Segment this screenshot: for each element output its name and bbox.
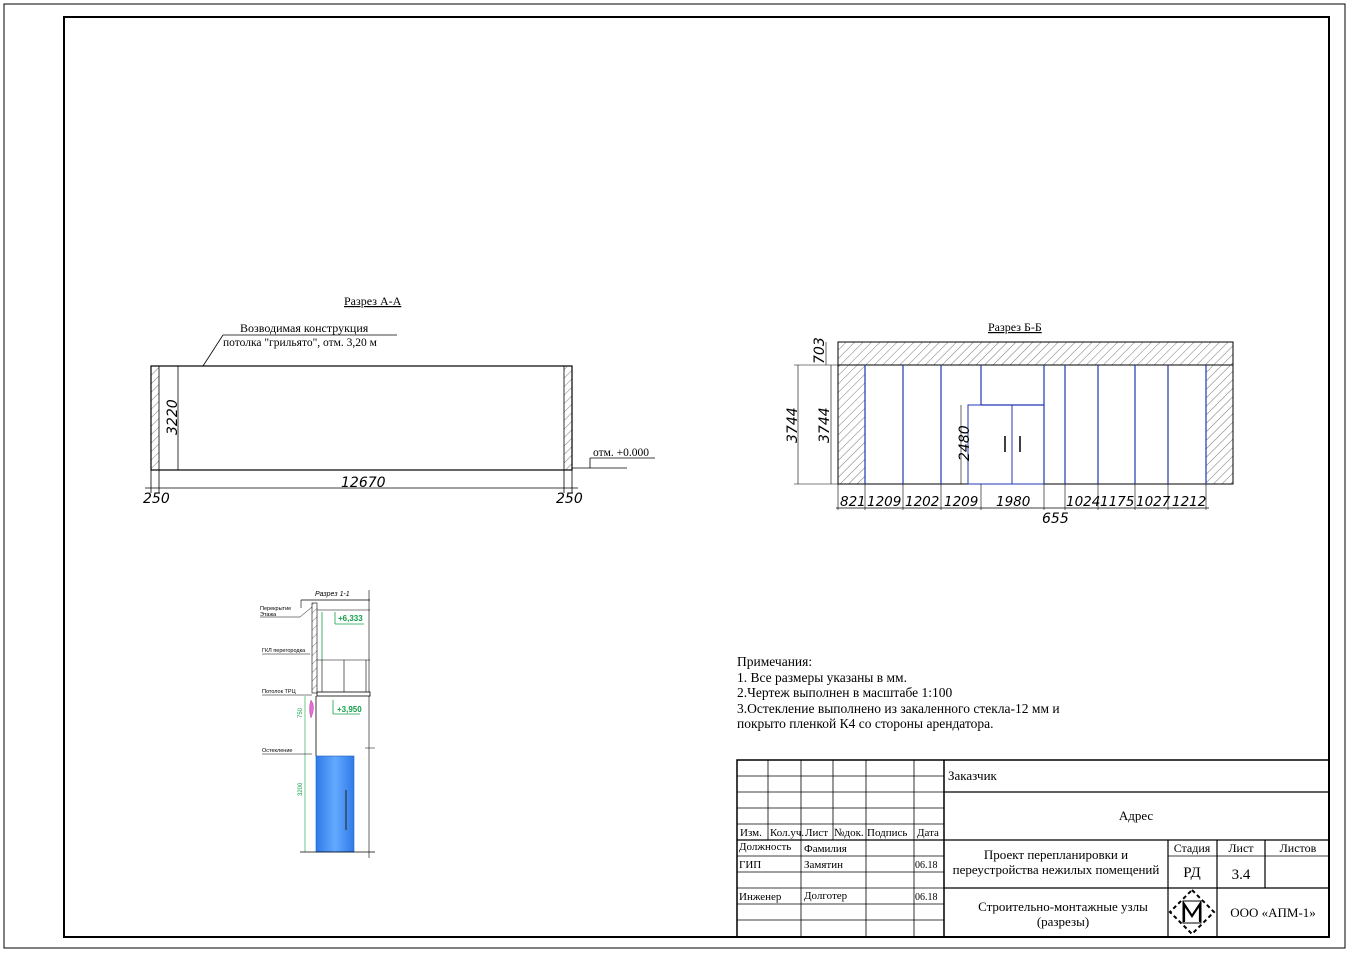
trc-ceiling [316,691,371,697]
row1-date: 06.18 [915,860,938,871]
right-column [1205,364,1234,485]
ceiling-joint-detail [309,699,314,719]
section-b-title: Разрез Б-Б [988,320,1042,334]
hdr-position: Должность [739,841,791,853]
stage-value: РД [1183,865,1200,881]
bay-dim-3: 1202 [905,494,939,510]
col-ndok: №док. [834,827,864,839]
project-line2: переустройства нежилых помещений [953,862,1160,877]
project-line1: Проект перепланировки и [984,847,1128,862]
address-label: Адрес [1119,808,1154,823]
gkl-partition [311,602,318,694]
section-a-title: Разрез А-А [344,294,402,308]
level-arrows [321,612,364,715]
dim-door-height: 2480 [957,425,973,461]
note-item-4: покрыто пленкой К4 со стороны арендатора… [737,716,994,731]
row2-date: 06.18 [915,892,938,903]
hdr-surname: Фамилия [804,843,847,855]
drawing-line2: (разрезы) [1037,914,1089,929]
row1-surname: Замятин [804,859,843,871]
col-koluch: Кол.уч. [770,827,804,839]
sheet-label: Лист [1228,841,1254,855]
company-name: ООО «АПМ-1» [1230,905,1316,920]
dim-overall-height-b: 3744 [785,407,801,443]
drawing-line1: Строительно-монтажные узлы [978,899,1148,914]
company-logo-icon [1168,888,1216,936]
col-data: Дата [917,827,939,839]
note-item-1: 1. Все размеры указаны в мм. [737,669,907,685]
row2-position: Инженер [739,891,782,903]
left-column [837,364,866,485]
sheets-label: Листов [1280,841,1317,855]
ceiling-note-line2: потолка "грильято", отм. 3,20 м [223,337,378,349]
dim-total-b: 655 [1042,511,1069,527]
glazing-panel [315,755,355,853]
note-item-2: 2.Чертеж выполнен в масштабе 1:100 [737,685,953,700]
slab-top [837,341,1234,366]
label-gkl: ГКЛ перегородка [262,648,306,654]
section-1-1: Разрез 1-1 Перекрытие Этажа +6,333 +3,95… [260,590,375,858]
dim-upper-1: 750 [298,707,304,718]
dim-length-a: 12670 [341,475,386,491]
section-b-b: Разрез Б-Б 2480 3744 3744 703 821 1209 1… [785,320,1234,527]
ceiling-note-line1: Возводимая конструкция [240,321,369,335]
bay-dim-1: 821 [840,494,866,510]
sheet-value: 3.4 [1232,867,1251,883]
bay-dim-7: 1175 [1100,494,1134,510]
label-glazing: Остекление [262,748,292,754]
dim-lower-1: 3200 [298,782,304,796]
dim-height-a: 3220 [165,399,181,435]
section-outline [150,365,573,471]
label-ceiling: Потолок ТРЦ [262,689,296,695]
bay-dim-2: 1209 [867,494,901,510]
note-item-3: 3.Остекление выполнено из закаленного ст… [737,700,1060,716]
dim-wall-right: 250 [556,491,583,507]
level-mark-a: отм. +0.000 [593,447,649,459]
level-mid-1: +3,950 [337,705,362,714]
section-1-title: Разрез 1-1 [315,591,350,598]
col-podpis: Подпись [867,827,907,839]
left-wall [150,365,160,471]
row1-position: ГИП [739,859,761,871]
bay-dim-8: 1027 [1136,494,1171,510]
row2-surname: Долготер [804,890,848,902]
door-frame [967,404,1045,485]
dim-inner-height-b: 3744 [817,407,833,443]
leader-line [202,334,224,367]
inner-frame [63,16,1330,938]
col-izm: Изм. [740,827,762,839]
customer-label: Заказчик [948,768,998,783]
bay-dim-5: 1980 [996,494,1030,510]
notes-heading: Примечания: [737,654,813,669]
right-wall [563,365,573,471]
drawing-canvas: Разрез А-А Возводимая конструкция потолк… [3,3,1346,949]
dim-wall-left: 250 [143,491,170,507]
bay-dim-4: 1209 [944,494,978,510]
notes-block: Примечания: 1. Все размеры указаны в мм.… [737,654,1060,732]
bay-dim-9: 1212 [1172,494,1206,510]
bay-dim-6: 1024 [1066,494,1100,510]
col-list: Лист [805,827,828,839]
drawing-sheet: { "section_a": { "title": "Разрез А-А", … [0,0,1349,953]
dim-top-slab: 703 [812,337,828,364]
stage-label: Стадия [1174,841,1211,855]
section-a-a: Разрез А-А Возводимая конструкция потолк… [143,294,655,507]
level-top-1: +6,333 [338,614,363,623]
glass-mullions [864,365,1207,484]
outer-sheet-border [3,3,1346,949]
